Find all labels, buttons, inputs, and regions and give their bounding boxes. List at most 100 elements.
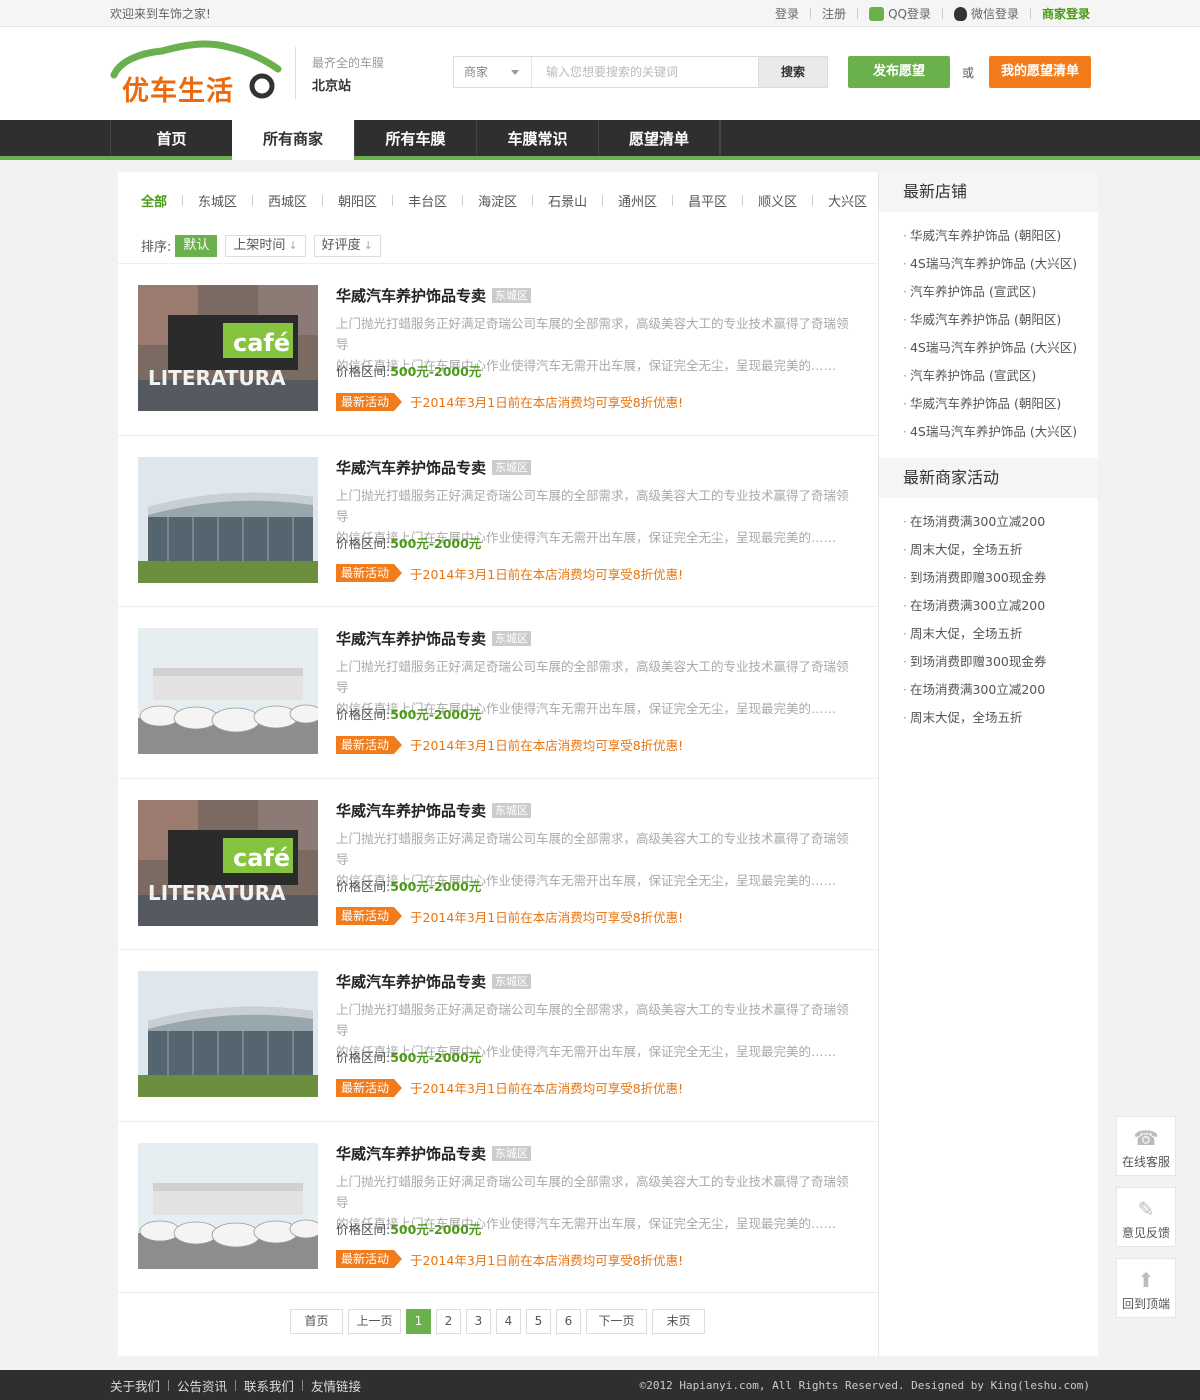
prev-page-button[interactable]: 上一页 [348,1309,401,1334]
price-range: 价格区间:500元-2000元 [336,1050,482,1065]
district-tag: 东城区 [492,631,532,646]
listing-list: café LITERATURA 华威汽车养护饰品专卖 东城区 上门抛光打蜡服务正好满足奇… [118,264,878,1293]
search-bar: 商家 搜索 [453,56,828,88]
shop-link[interactable]: 华威汽车养护饰品 (朝阳区) [903,390,1098,418]
last-page-button[interactable]: 末页 [652,1309,705,1334]
district-option[interactable]: 西城区 [268,191,307,210]
page-number-button[interactable]: 5 [526,1309,551,1334]
page-number-button[interactable]: 3 [466,1309,491,1334]
listing-title[interactable]: 华威汽车养护饰品专卖 [336,800,486,821]
district-option[interactable]: 昌平区 [688,191,727,210]
district-option[interactable]: 全部 [141,191,167,210]
promotion-badge: 最新活动 [336,1250,403,1268]
activity-link[interactable]: 周末大促，全场五折 [903,620,1098,648]
city-switcher[interactable]: 北京站 [312,75,351,94]
shop-link[interactable]: 汽车养护饰品 (宣武区) [903,362,1098,390]
online-service-button[interactable]: ☎ 在线客服 [1116,1116,1176,1176]
page-number-button[interactable]: 1 [406,1309,431,1334]
search-category-select[interactable]: 商家 [454,57,532,87]
qq-wechat-login-link[interactable]: 微信登录 [953,5,1019,22]
back-to-top-button[interactable]: ⬆ 回到顶端 [1116,1258,1176,1318]
district-option[interactable]: 朝阳区 [338,191,377,210]
nav-item-3[interactable]: 车膜常识 [476,120,598,156]
listing-title[interactable]: 华威汽车养护饰品专卖 [336,457,486,478]
district-option[interactable]: 大兴区 [828,191,867,210]
promotion-badge: 最新活动 [336,392,403,411]
activity-link[interactable]: 在场消费满300立减200 [903,676,1098,704]
next-page-button[interactable]: 下一页 [586,1309,647,1334]
listing-thumbnail[interactable] [138,971,318,1097]
divider [235,1379,237,1391]
page-number-button[interactable]: 2 [436,1309,461,1334]
district-option[interactable]: 顺义区 [758,191,797,210]
divider [182,194,184,206]
activity-link[interactable]: 到场消费即赠300现金券 [903,564,1098,592]
divider [602,194,604,206]
listing-thumbnail[interactable]: café LITERATURA [138,285,318,411]
search-input[interactable] [532,57,758,87]
district-tag: 东城区 [492,459,532,475]
activity-link[interactable]: 在场消费满300立减200 [903,592,1098,620]
wechat-qq-login-link[interactable]: QQ登录 [869,5,931,22]
search-button[interactable]: 搜索 [758,57,827,87]
footer-link[interactable]: 友情链接 [311,1376,361,1395]
activity-link[interactable]: 周末大促，全场五折 [903,704,1098,732]
promotion-badge: 最新活动 [336,735,403,754]
district-option[interactable]: 通州区 [618,191,657,210]
page-number-button[interactable]: 4 [496,1309,521,1334]
top-links: 登录 注册 QQ登录 微信登录 商家登录 [775,5,1090,22]
page-number-button[interactable]: 6 [556,1309,581,1334]
nav-spacer [720,120,722,156]
divider [168,1379,170,1391]
shop-link[interactable]: 4S瑞马汽车养护饰品 (大兴区) [903,250,1098,278]
listing-thumbnail[interactable] [138,1142,318,1269]
logo[interactable]: 优车生活 [110,39,282,107]
nav-item-0[interactable]: 首页 [110,120,232,156]
svg-text:LITERATURA: LITERATURA [148,881,286,905]
my-wishlist-button[interactable]: 我的愿望清单 [989,56,1091,88]
feedback-button[interactable]: ✎ 意见反馈 [1116,1187,1176,1247]
listing-thumbnail[interactable] [138,456,318,583]
activity-link[interactable]: 到场消费即赠300现金券 [903,648,1098,676]
shop-link[interactable]: 华威汽车养护饰品 (朝阳区) [903,222,1098,250]
footer-link[interactable]: 联系我们 [244,1376,294,1395]
district-option[interactable]: 东城区 [198,191,237,210]
divider [810,8,812,19]
shop-link[interactable]: 汽车养护饰品 (宣武区) [903,278,1098,306]
listing-thumbnail[interactable]: café LITERATURA [138,799,318,926]
post-wish-button[interactable]: 发布愿望 [848,56,950,88]
sort-option[interactable]: 上架时间 ↓ [225,234,306,257]
first-page-button[interactable]: 首页 [290,1309,343,1334]
footer-link[interactable]: 关于我们 [110,1376,160,1395]
activity-link[interactable]: 在场消费满300立减200 [903,508,1098,536]
listing-title[interactable]: 华威汽车养护饰品专卖 [336,285,486,306]
district-option[interactable]: 丰台区 [408,191,447,210]
promotion: 最新活动 于2014年3月1日前在本店消费均可享受8折优惠! [336,1078,683,1097]
promotion-text: 于2014年3月1日前在本店消费均可享受8折优惠! [410,566,684,582]
shop-link[interactable]: 4S瑞马汽车养护饰品 (大兴区) [903,334,1098,362]
divider [462,194,464,206]
login-link[interactable]: 登录 [775,5,799,22]
merchant-login-link[interactable]: 商家登录 [1042,5,1090,22]
shop-link[interactable]: 4S瑞马汽车养护饰品 (大兴区) [903,418,1098,446]
svg-text:café: café [233,329,290,357]
district-option[interactable]: 石景山 [548,191,587,210]
activity-link[interactable]: 周末大促，全场五折 [903,536,1098,564]
divider [1029,8,1031,19]
footer-link[interactable]: 公告资讯 [177,1376,227,1395]
register-link[interactable]: 注册 [822,5,846,22]
sort-option[interactable]: 默认 [175,234,218,257]
divider [392,194,394,206]
listing-title[interactable]: 华威汽车养护饰品专卖 [336,971,486,992]
nav-item-1[interactable]: 所有商家 [232,120,354,160]
sort-option[interactable]: 好评度 ↓ [313,234,381,257]
district-tag: 东城区 [492,802,532,818]
district-option[interactable]: 海淀区 [478,191,517,210]
nav-item-2[interactable]: 所有车膜 [354,120,476,156]
latest-activities-list: 在场消费满300立减200周末大促，全场五折到场消费即赠300现金券在场消费满3… [879,498,1098,744]
listing-title[interactable]: 华威汽车养护饰品专卖 [336,628,486,649]
shop-link[interactable]: 华威汽车养护饰品 (朝阳区) [903,306,1098,334]
listing-thumbnail[interactable] [138,628,318,754]
listing-title[interactable]: 华威汽车养护饰品专卖 [336,1143,486,1164]
nav-item-4[interactable]: 愿望清单 [598,120,720,156]
